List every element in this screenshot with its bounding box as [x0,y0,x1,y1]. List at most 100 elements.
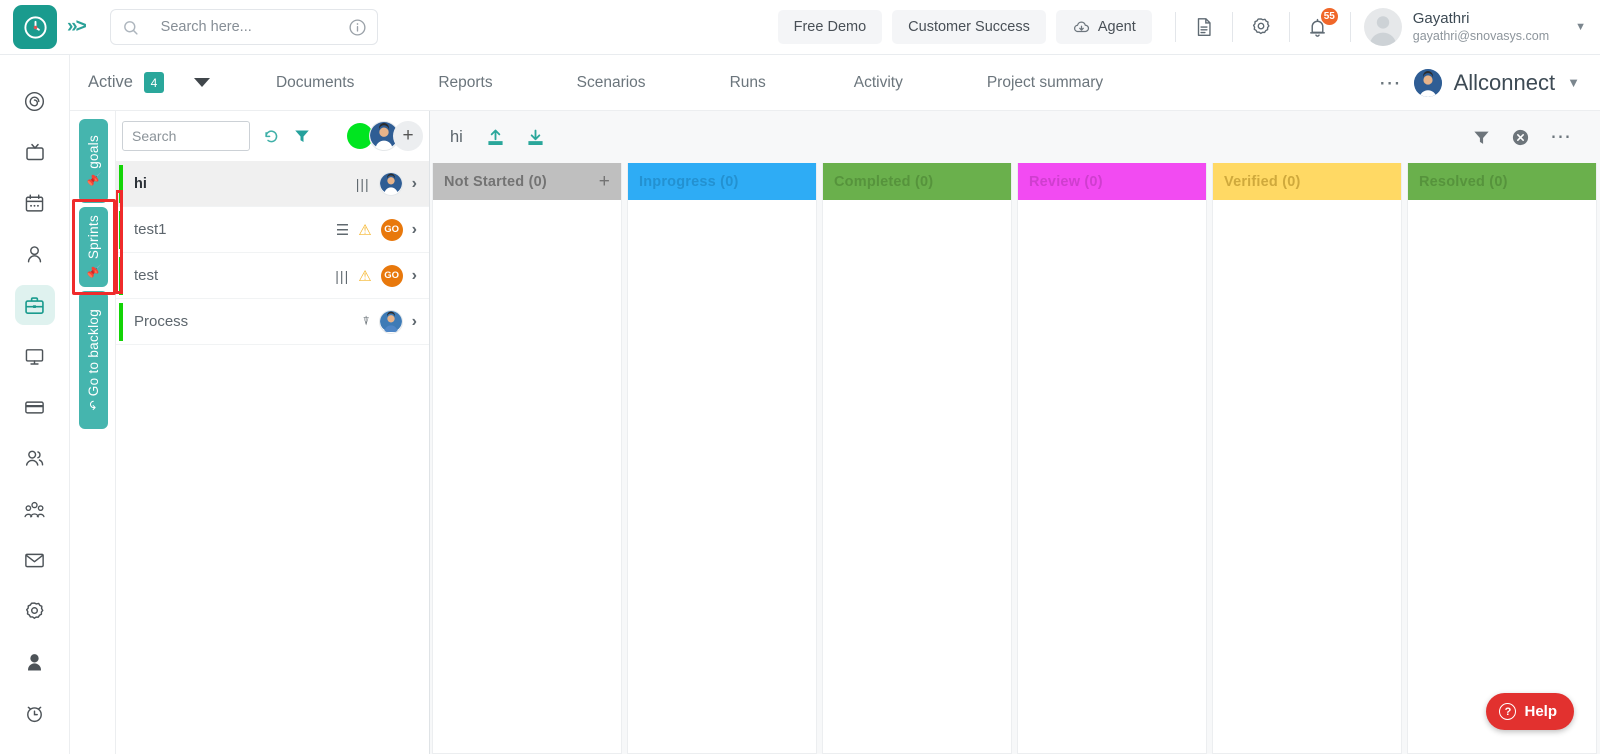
kanban-board: hi [430,111,1600,754]
help-label: Help [1524,703,1557,720]
vtab-goals-label: goals [86,135,101,169]
go-badge[interactable]: GO [381,219,403,241]
gear-icon[interactable] [1246,12,1276,42]
sidebar-item-projects[interactable] [15,285,55,325]
columns-icon[interactable]: ||| [356,176,370,192]
tab-scenarios[interactable]: Scenarios [577,74,646,92]
top-header: »> Free Demo Customer Success [0,0,1600,55]
sprint-name: test1 [134,221,167,238]
chevron-right-icon[interactable]: › [412,313,417,331]
warning-icon[interactable]: ⚠ [358,267,371,285]
search-input[interactable] [161,19,348,35]
sprint-search-input[interactable] [122,121,250,151]
global-search[interactable] [110,9,378,45]
vtab-goals[interactable]: goals 📌 [79,119,108,203]
triangle-down-icon[interactable] [194,78,210,87]
tab-runs[interactable]: Runs [730,74,766,92]
sidebar-item-spiral[interactable] [15,81,55,121]
filter-icon[interactable] [293,127,311,145]
column-header[interactable]: Resolved (0) [1408,163,1596,200]
bell-icon[interactable]: 55 [1303,12,1333,42]
list-item[interactable]: test1 ☰ ⚠ GO › [116,207,429,253]
sidebar-item-mail[interactable] [15,540,55,580]
ellipsis-icon[interactable]: ⋯ [1379,76,1402,89]
tab-activity[interactable]: Activity [854,74,903,92]
project-chevron-down-icon[interactable]: ▼ [1567,75,1580,90]
add-sprint-button[interactable]: + [393,121,423,151]
tab-reports[interactable]: Reports [438,74,492,92]
document-icon[interactable] [1189,12,1219,42]
expand-sidebar-icon[interactable]: »> [67,16,85,38]
vtab-sprints-label: Sprints [86,215,101,259]
sidebar-item-tv[interactable] [15,132,55,172]
vtab-go-to-backlog[interactable]: Go to backlog ↶ [79,291,108,429]
list-item[interactable]: hi ||| › [116,161,429,207]
sidebar-item-alarm-clock[interactable] [15,693,55,733]
row-icons: ||| ⚠ GO › [335,265,429,287]
chevron-right-icon[interactable]: › [412,175,417,193]
column-header[interactable]: Verified (0) [1213,163,1401,200]
free-demo-button[interactable]: Free Demo [778,10,883,44]
column-header[interactable]: Not Started (0) + [433,163,621,200]
sprint-list-panel: + hi ||| › test1 [116,111,430,754]
list-icon[interactable]: ☰ [336,221,349,239]
sidebar-item-monitor[interactable] [15,336,55,376]
row-status-bar [119,303,123,341]
more-options-icon[interactable]: ⋯ [1550,131,1572,144]
warning-icon[interactable]: ⚠ [358,221,371,239]
info-icon[interactable] [348,18,367,37]
sidebar-item-card[interactable] [15,387,55,427]
agent-button[interactable]: Agent [1056,10,1152,44]
row-status-bar [119,257,123,295]
user-menu-chevron-down-icon[interactable]: ▼ [1575,21,1586,33]
list-item[interactable]: test ||| ⚠ GO › [116,253,429,299]
column-title: Verified (0) [1224,174,1301,190]
columns-icon[interactable]: ||| [335,268,349,284]
vertical-tabs: goals 📌 Sprints 📌 Go to backlog ↶ [70,111,116,754]
sidebar-item-calendar[interactable] [15,183,55,223]
tab-documents[interactable]: Documents [276,74,354,92]
column-header[interactable]: Inprogress (0) [628,163,816,200]
download-icon[interactable] [525,127,546,148]
board-column-not-started: Not Started (0) + [432,163,622,754]
divider [1175,12,1176,42]
active-filter[interactable]: Active 4 [88,72,210,93]
upload-icon[interactable] [485,127,506,148]
app-logo[interactable] [13,5,57,49]
go-badge[interactable]: GO [381,265,403,287]
tree-icon[interactable]: ⍒ [362,314,369,329]
sidebar-item-users[interactable] [15,438,55,478]
assignee-avatar[interactable] [379,310,403,334]
header-right: Free Demo Customer Success Agent [778,0,1600,55]
sidebar-item-profile[interactable] [15,642,55,682]
tab-project-summary[interactable]: Project summary [987,74,1103,92]
customer-success-label: Customer Success [908,19,1030,35]
sidebar-item-group[interactable] [15,489,55,529]
add-card-button[interactable]: + [599,171,610,193]
left-icon-rail [0,55,70,754]
project-name[interactable]: Allconnect [1454,70,1556,96]
help-button[interactable]: ? Help [1486,693,1574,730]
row-status-bar [119,165,123,203]
assignee-avatar[interactable] [379,172,403,196]
sprint-name: Process [134,313,188,330]
filter-icon[interactable] [1472,128,1491,147]
customer-success-button[interactable]: Customer Success [892,10,1046,44]
list-item[interactable]: Process ⍒ › [116,299,429,345]
column-header[interactable]: Completed (0) [823,163,1011,200]
refresh-icon[interactable] [262,127,281,146]
sidebar-item-person[interactable] [15,234,55,274]
divider [1350,12,1351,42]
clear-filter-icon[interactable] [1511,128,1530,147]
nav-right: ⋯ Allconnect ▼ [1379,69,1600,97]
vtab-sprints[interactable]: Sprints 📌 [79,207,108,287]
chevron-right-icon[interactable]: › [412,267,417,285]
sidebar-item-settings[interactable] [15,591,55,631]
divider [1289,12,1290,42]
column-header[interactable]: Review (0) [1018,163,1206,200]
row-icons: ⍒ › [362,310,429,334]
chevron-right-icon[interactable]: › [412,221,417,239]
column-title: Completed (0) [834,174,933,190]
user-avatar[interactable] [1364,8,1402,46]
column-title: Inprogress (0) [639,174,739,190]
